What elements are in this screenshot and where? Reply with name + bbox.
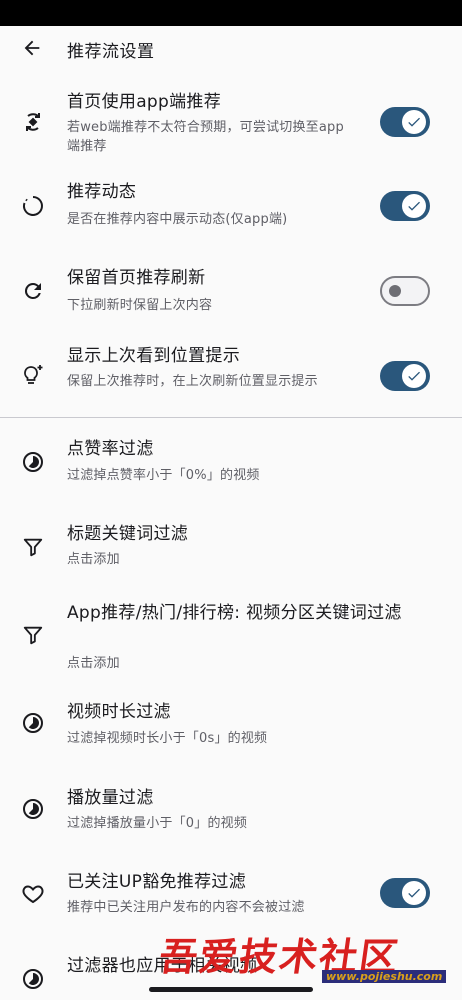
check-icon bbox=[408, 888, 420, 898]
lightbulb-sparkle-icon bbox=[20, 362, 46, 388]
setting-subtitle: 过滤掉播放量小于「0」的视频 bbox=[67, 816, 248, 831]
check-icon bbox=[408, 371, 420, 381]
back-button[interactable] bbox=[14, 32, 50, 64]
setting-title: 标题关键词过滤 bbox=[67, 524, 189, 544]
followed-up-exempt-toggle[interactable] bbox=[380, 878, 430, 908]
setting-row-keep-refresh[interactable]: 保留首页推荐刷新 下拉刷新时保留上次内容 bbox=[0, 262, 462, 322]
setting-row-app-recommend[interactable]: 首页使用app端推荐 若web端推荐不太符合预期，可尝试切换至app端推荐 bbox=[0, 88, 462, 160]
setting-title: 推荐动态 bbox=[67, 182, 137, 202]
keep-refresh-toggle[interactable] bbox=[380, 276, 430, 306]
setting-row-followed-up-exempt[interactable]: 已关注UP豁免推荐过滤 推荐中已关注用户发布的内容不会被过滤 bbox=[0, 868, 462, 928]
heart-outline-icon bbox=[20, 881, 46, 907]
filter-icon bbox=[20, 622, 46, 648]
app-recommend-toggle[interactable] bbox=[380, 107, 430, 137]
filter-icon bbox=[20, 534, 46, 560]
watermark-url: www.pojieshu.com bbox=[322, 970, 447, 983]
setting-subtitle: 点击添加 bbox=[67, 656, 120, 671]
section-divider bbox=[0, 417, 462, 418]
app-bar: 推荐流设置 bbox=[0, 26, 462, 70]
setting-title: 显示上次看到位置提示 bbox=[67, 346, 240, 366]
status-bar bbox=[0, 0, 462, 26]
setting-title: 播放量过滤 bbox=[67, 788, 154, 808]
setting-title: 已关注UP豁免推荐过滤 bbox=[67, 872, 246, 892]
setting-subtitle: 点击添加 bbox=[67, 552, 120, 567]
check-icon bbox=[408, 117, 420, 127]
pie-chart-icon bbox=[20, 796, 46, 822]
setting-row-category-keyword-filter[interactable]: App推荐/热门/排行榜: 视频分区关键词过滤 点击添加 bbox=[0, 596, 462, 678]
loading-circle-icon bbox=[20, 193, 46, 219]
dynamics-toggle[interactable] bbox=[380, 191, 430, 221]
setting-title: 首页使用app端推荐 bbox=[67, 92, 221, 112]
setting-subtitle: 过滤掉点赞率小于「0%」的视频 bbox=[67, 468, 260, 483]
pie-chart-icon bbox=[20, 710, 46, 736]
sync-arrows-icon bbox=[20, 109, 46, 135]
setting-row-last-position[interactable]: 显示上次看到位置提示 保留上次推荐时，在上次刷新位置显示提示 bbox=[0, 340, 462, 412]
setting-row-dynamics[interactable]: 推荐动态 是否在推荐内容中展示动态(仅app端) bbox=[0, 176, 462, 236]
setting-row-duration-filter[interactable]: 视频时长过滤 过滤掉视频时长小于「0s」的视频 bbox=[0, 700, 462, 760]
setting-title: App推荐/热门/排行榜: 视频分区关键词过滤 bbox=[67, 603, 402, 623]
setting-subtitle: 是否在推荐内容中展示动态(仅app端) bbox=[67, 212, 288, 227]
check-icon bbox=[408, 201, 420, 211]
setting-row-play-count-filter[interactable]: 播放量过滤 过滤掉播放量小于「0」的视频 bbox=[0, 784, 462, 844]
setting-title: 视频时长过滤 bbox=[67, 702, 171, 722]
setting-row-title-keyword-filter[interactable]: 标题关键词过滤 点击添加 bbox=[0, 518, 462, 578]
setting-subtitle: 下拉刷新时保留上次内容 bbox=[67, 298, 213, 313]
setting-title: 保留首页推荐刷新 bbox=[67, 268, 206, 288]
home-indicator[interactable] bbox=[149, 987, 313, 992]
page-title: 推荐流设置 bbox=[67, 42, 155, 62]
setting-subtitle: 保留上次推荐时，在上次刷新位置显示提示 bbox=[67, 374, 318, 389]
setting-title: 点赞率过滤 bbox=[67, 439, 154, 459]
setting-subtitle: 过滤掉视频时长小于「0s」的视频 bbox=[67, 731, 268, 746]
pie-chart-icon bbox=[20, 449, 46, 475]
refresh-icon bbox=[20, 278, 46, 304]
pie-chart-icon bbox=[20, 966, 46, 992]
setting-subtitle: 推荐中已关注用户发布的内容不会被过滤 bbox=[67, 900, 305, 915]
setting-row-like-rate-filter[interactable]: 点赞率过滤 过滤掉点赞率小于「0%」的视频 bbox=[0, 434, 462, 494]
arrow-back-icon bbox=[24, 40, 40, 56]
setting-subtitle: 若web端推荐不太符合预期，可尝试切换至app端推荐 bbox=[67, 120, 344, 154]
last-position-toggle[interactable] bbox=[380, 361, 430, 391]
